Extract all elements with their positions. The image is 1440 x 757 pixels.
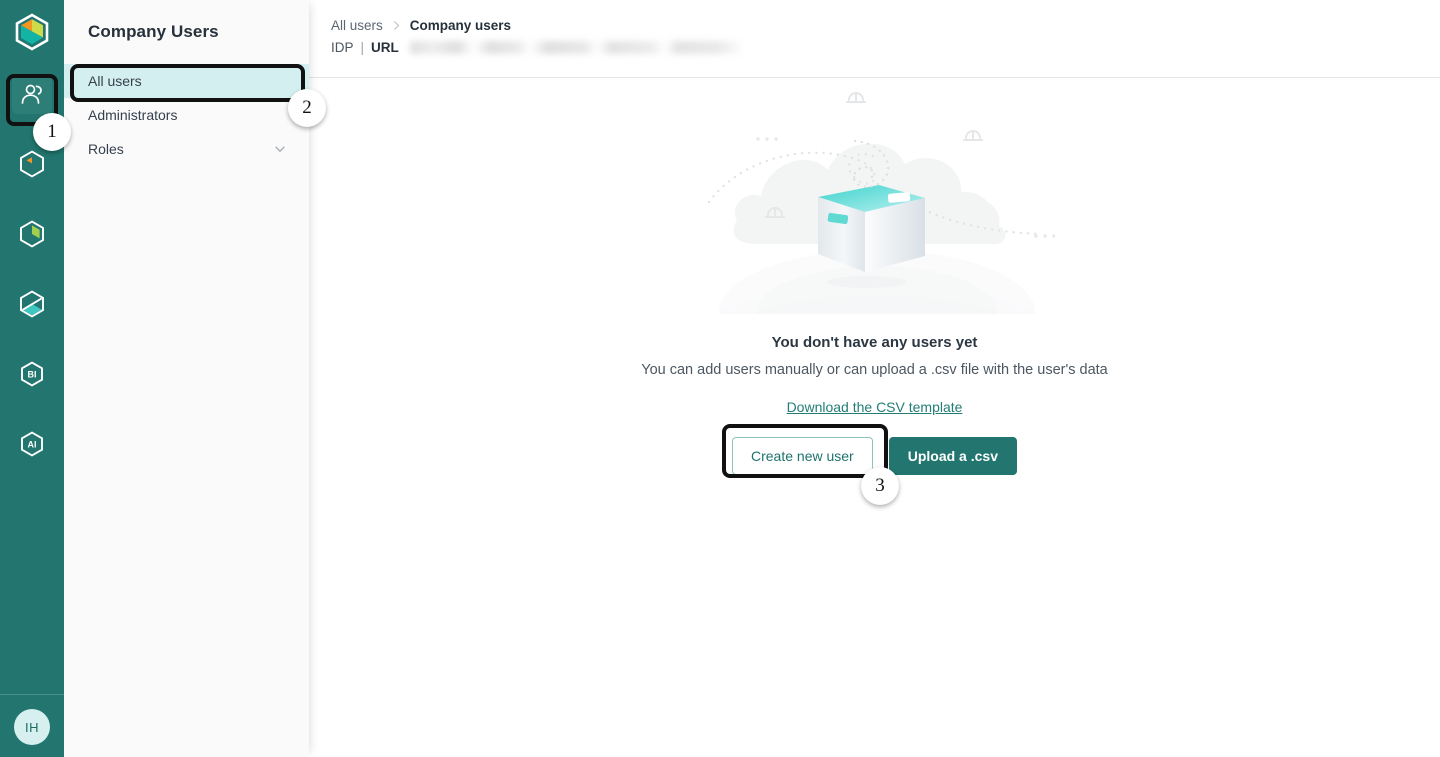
idp-url-value-redacted <box>409 41 745 54</box>
users-icon <box>21 84 42 104</box>
download-csv-template-link[interactable]: Download the CSV template <box>787 399 963 415</box>
hexagon-bi-icon: BI <box>21 361 43 387</box>
app-logo[interactable] <box>12 12 52 52</box>
empty-state-subtitle: You can add users manually or can upload… <box>641 362 1108 378</box>
chevron-right-icon <box>393 21 400 30</box>
sidebar-item-administrators[interactable]: Administrators <box>64 98 309 132</box>
sidebar-item-all-users-label: All users <box>88 73 142 89</box>
create-new-user-button[interactable]: Create new user <box>732 437 873 475</box>
rail-divider <box>0 694 64 695</box>
app-root: BI AI IH Company Users All users Adminis… <box>0 0 1440 757</box>
hexagon-ai-icon: AI <box>21 431 43 457</box>
sidebar-nav: All users Administrators Roles <box>64 64 309 166</box>
sidebar-title: Company Users <box>88 22 219 41</box>
idp-url-label: URL <box>371 40 399 55</box>
empty-state-title: You don't have any users yet <box>771 334 978 351</box>
idp-label: IDP <box>331 40 354 55</box>
rail-item-ai-label: AI <box>28 440 37 450</box>
empty-box-cloud-illustration <box>707 92 1055 314</box>
breadcrumb-item-all-users[interactable]: All users <box>331 18 383 33</box>
sidebar-item-administrators-label: Administrators <box>88 107 178 123</box>
annotation-badge-3: 3 <box>861 467 899 505</box>
sidebar-item-all-users[interactable]: All users <box>64 64 309 98</box>
upload-csv-button[interactable]: Upload a .csv <box>888 437 1017 475</box>
rail-item-hexagon-pie[interactable] <box>12 214 52 254</box>
idp-row: IDP | URL <box>309 33 1440 55</box>
idp-separator: | <box>360 40 365 55</box>
rail-item-bi-label: BI <box>28 370 37 380</box>
sidebar-item-roles-label: Roles <box>88 141 124 157</box>
chevron-down-icon <box>275 146 285 152</box>
hexagon-slash-icon <box>20 290 44 318</box>
rail-item-users[interactable] <box>12 74 52 114</box>
annotation-badge-1: 1 <box>33 113 71 151</box>
breadcrumb: All users Company users <box>309 0 1440 33</box>
annotation-badge-2: 2 <box>288 89 326 127</box>
breadcrumb-item-company-users: Company users <box>409 18 512 33</box>
empty-state: You don't have any users yet You can add… <box>309 78 1440 757</box>
sidebar-item-roles[interactable]: Roles <box>64 132 309 166</box>
hexagon-clock-icon <box>20 150 44 178</box>
rail-item-bi[interactable]: BI <box>12 354 52 394</box>
rail-item-ai[interactable]: AI <box>12 424 52 464</box>
sidebar: Company Users All users Administrators R… <box>64 0 309 757</box>
rail-item-hexagon-slash[interactable] <box>12 284 52 324</box>
avatar[interactable]: IH <box>14 709 50 745</box>
hexagon-pie-icon <box>20 220 44 248</box>
avatar-initials: IH <box>25 719 39 735</box>
main-content: All users Company users IDP | URL You do… <box>309 0 1440 757</box>
